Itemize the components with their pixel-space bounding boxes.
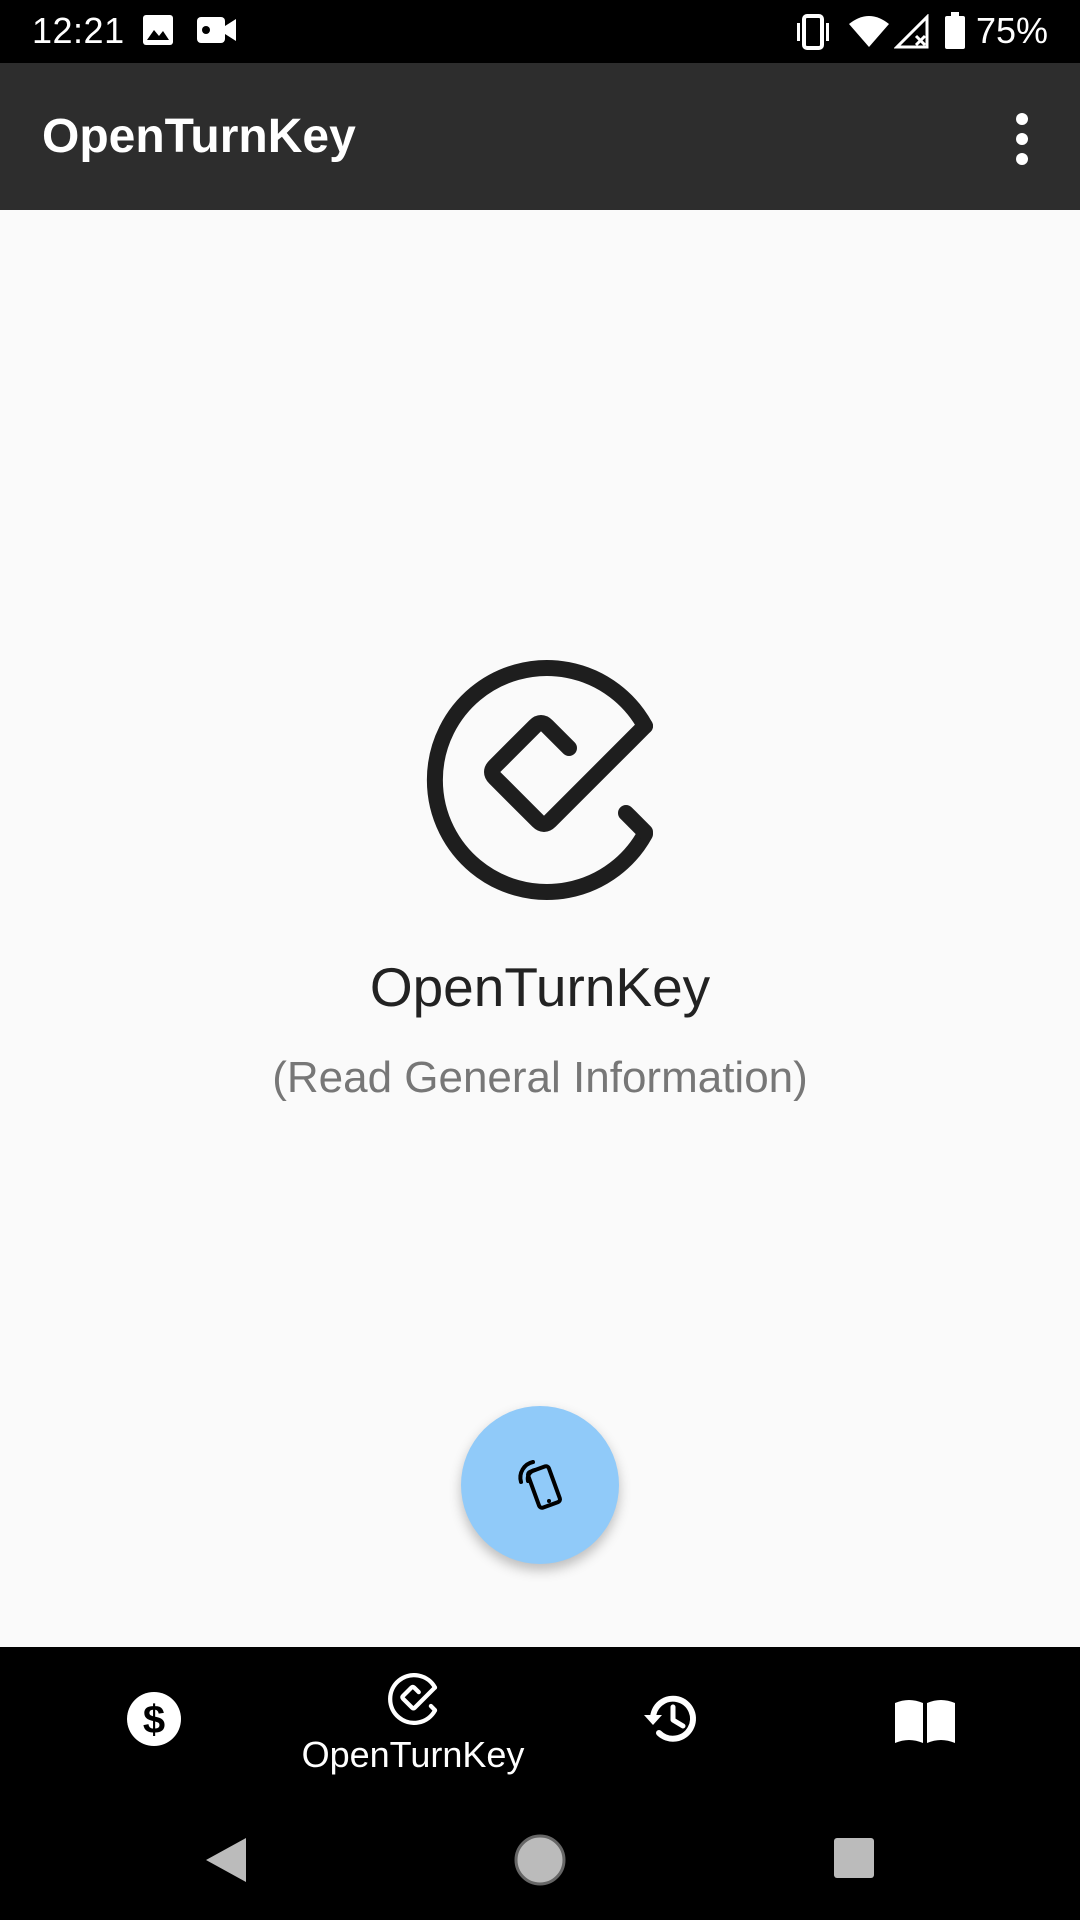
openturnkey-logo-icon — [422, 658, 662, 902]
nav-item-guide[interactable] — [820, 1647, 1030, 1800]
dollar-icon: $ — [127, 1692, 181, 1746]
nfc-phone-icon — [518, 1460, 562, 1510]
more-vert-icon — [1016, 113, 1028, 165]
nfc-read-button[interactable] — [461, 1406, 619, 1564]
book-icon — [895, 1700, 955, 1743]
bottom-navigation: $ OpenTurnKey — [0, 1647, 1080, 1800]
vibrate-icon — [794, 14, 832, 55]
history-icon — [644, 1695, 696, 1742]
back-icon — [206, 1838, 246, 1882]
image-icon — [142, 14, 174, 51]
status-bar: 12:21 75% — [0, 0, 1080, 63]
main-content: OpenTurnKey (Read General Information) — [0, 210, 1080, 1647]
recents-icon — [834, 1838, 874, 1878]
battery-percent: 75% — [976, 10, 1049, 51]
main-subtitle: (Read General Information) — [272, 1053, 808, 1102]
cell-signal-off-icon — [893, 13, 930, 55]
nav-label-openturnkey: OpenTurnKey — [301, 1734, 525, 1775]
app-bar: OpenTurnKey — [0, 63, 1080, 210]
nav-item-openturnkey[interactable]: OpenTurnKey — [260, 1647, 566, 1800]
system-navigation-bar — [0, 1800, 1080, 1920]
nav-item-history[interactable] — [566, 1647, 776, 1800]
battery-icon — [944, 12, 966, 55]
video-camera-icon — [196, 14, 238, 51]
home-button[interactable] — [510, 1830, 570, 1890]
app-title: OpenTurnKey — [42, 110, 356, 163]
more-options-button[interactable] — [990, 103, 1054, 175]
recents-button[interactable] — [828, 1832, 884, 1888]
home-icon — [514, 1834, 566, 1886]
openturnkey-icon — [388, 1673, 438, 1725]
svg-text:$: $ — [143, 1698, 165, 1742]
wifi-icon — [848, 14, 890, 53]
back-button[interactable] — [196, 1830, 256, 1890]
status-time: 12:21 — [32, 10, 125, 51]
main-title: OpenTurnKey — [369, 956, 711, 1018]
